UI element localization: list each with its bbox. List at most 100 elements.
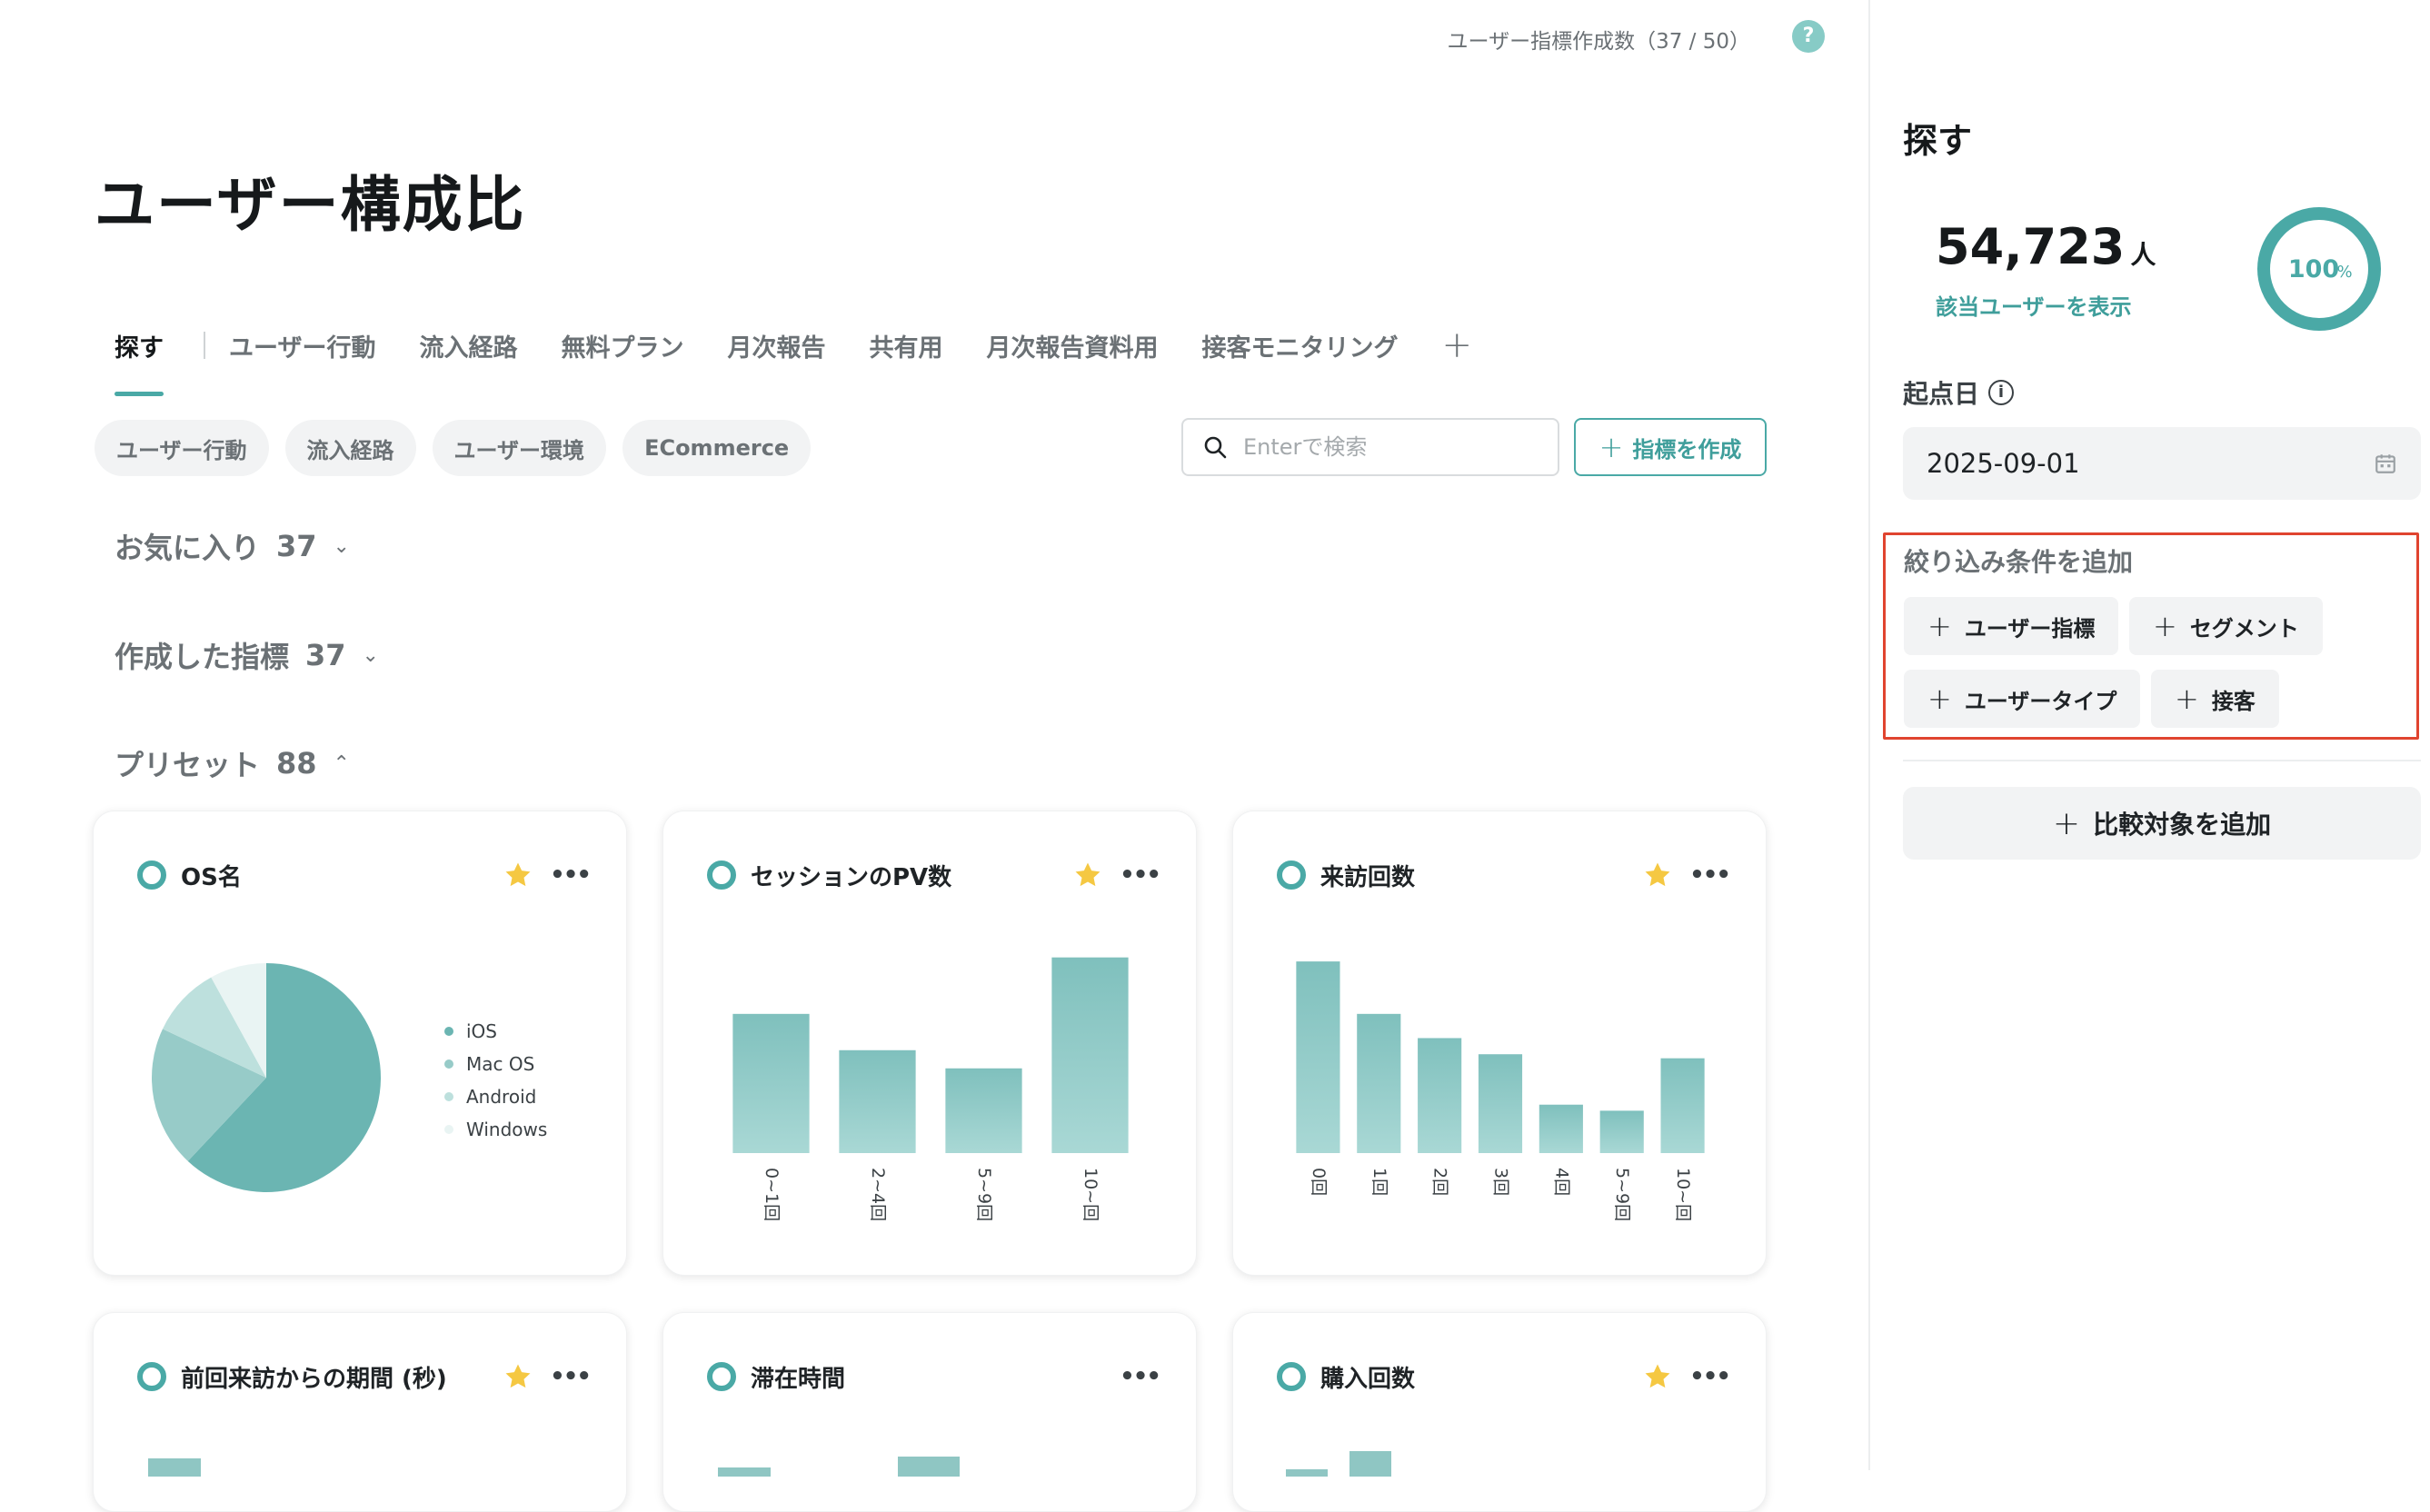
tab-explore[interactable]: 探す [95,328,184,396]
help-icon[interactable]: ? [1792,20,1825,53]
bar [1296,961,1340,1153]
section-favorites-count: 37 [276,529,317,563]
add-comparison-button[interactable]: + 比較対象を追加 [1903,787,2421,860]
card-title: 滞在時間 [751,1365,846,1393]
pie-legend: iOS Mac OS Android Windows [444,1015,547,1146]
bar-mark [1349,1451,1391,1477]
section-preset-label: プリセット [115,748,261,782]
main-content: ユーザー指標作成数（37 / 50） ? ユーザー構成比 探す ユーザー行動 流… [0,0,1868,1512]
more-options-icon[interactable]: ••• [550,1363,592,1390]
add-service-button[interactable]: + 接客 [2151,670,2279,728]
base-date-field[interactable]: 2025-09-01 [1903,427,2421,500]
info-icon[interactable]: i [1988,380,2015,405]
add-service-label: 接客 [2211,688,2256,714]
plus-icon: + [1927,681,1952,716]
section-created-count: 37 [305,638,346,672]
metric-card-visits[interactable]: 来訪回数 ••• 0回 1回 2回 3回 4回 5~9回 10~回 [1232,811,1767,1276]
bar-label: 2回 [1430,1168,1450,1196]
bar-mark [1286,1469,1328,1477]
user-count-value: 54,723 [1936,218,2126,275]
percent-value: 100 [2288,255,2339,284]
add-comparison-label: 比較対象を追加 [2093,810,2272,840]
bar [1539,1104,1583,1153]
legend-swatch [444,1059,453,1069]
legend-swatch [444,1027,453,1036]
metric-card-os[interactable]: OS名 ••• iOS Mac OS Android Windows [93,811,627,1276]
bar [732,1013,810,1153]
bar-label: 4回 [1551,1168,1571,1196]
bar [945,1068,1022,1153]
metric-card-last-visit-interval[interactable]: 前回来訪からの期間 (秒) ••• [93,1312,627,1512]
card-header: 前回来訪からの期間 (秒) ••• [137,1358,592,1395]
legend-swatch [444,1125,453,1134]
plus-icon: + [1927,609,1952,643]
tab-user-behavior[interactable]: ユーザー行動 [229,328,375,363]
legend-label: iOS [466,1020,497,1042]
chip-ecommerce[interactable]: ECommerce [622,420,812,476]
tab-service-monitoring[interactable]: 接客モニタリング [1201,328,1398,363]
add-segment-button[interactable]: + セグメント [2129,597,2323,655]
card-title: 購入回数 [1320,1365,1416,1393]
ring-icon [707,1362,736,1391]
base-date-label: 起点日 i [1903,374,2015,411]
add-user-metric-button[interactable]: + ユーザー指標 [1904,597,2119,655]
create-metric-label: 指標を作成 [1632,436,1742,463]
bar-label: 0~1回 [762,1168,782,1221]
bar-label: 10~回 [1081,1168,1100,1221]
legend-label: Android [466,1086,537,1108]
bar-label: 3回 [1491,1168,1511,1196]
section-preset[interactable]: プリセット 88 ⌃ [115,742,350,784]
chip-user-environment[interactable]: ユーザー環境 [432,420,607,476]
pie-chart [152,963,381,1192]
create-metric-button[interactable]: + 指標を作成 [1574,418,1767,476]
show-users-link[interactable]: 該当ユーザーを表示 [1936,289,2132,321]
card-title: 前回来訪からの期間 (秒) [181,1365,447,1393]
more-options-icon[interactable]: ••• [1689,1363,1731,1390]
card-header: 滞在時間 ••• [707,1358,1161,1395]
bar-chart: 0~1回 2~4回 5~9回 10~回 [732,957,1129,1221]
legend-item: Android [444,1080,547,1113]
bar [1418,1038,1462,1153]
tab-free-plan[interactable]: 無料プラン [561,328,683,363]
section-favorites[interactable]: お気に入り 37 ⌄ [115,525,350,567]
tab-traffic-source[interactable]: 流入経路 [419,328,517,363]
tab-monthly-report[interactable]: 月次報告 [727,328,825,363]
chevron-up-icon: ⌃ [333,751,350,775]
bar [1599,1110,1644,1153]
ring-icon [137,1362,166,1391]
tab-shared[interactable]: 共有用 [869,328,942,363]
star-icon[interactable] [1642,1361,1673,1392]
bar-mark [718,1467,771,1477]
search-input[interactable] [1243,434,1534,460]
section-created[interactable]: 作成した指標 37 ⌄ [115,634,379,676]
add-tab-icon[interactable]: + [1441,324,1472,366]
bar-label: 5~9回 [1612,1168,1632,1221]
bar-label: 5~9回 [974,1168,994,1221]
tab-monthly-report-materials[interactable]: 月次報告資料用 [986,328,1158,363]
bar-label: 0回 [1309,1168,1329,1196]
ring-icon [1277,1362,1306,1391]
search-box [1181,418,1559,476]
more-options-icon[interactable]: ••• [1120,1363,1161,1390]
percent-unit: % [2336,263,2352,282]
search-icon [1204,436,1227,459]
plus-icon: + [1598,430,1624,464]
card-header: 購入回数 ••• [1277,1358,1731,1395]
star-icon[interactable] [503,1361,533,1392]
add-user-type-button[interactable]: + ユーザータイプ [1904,670,2141,728]
chip-traffic-source[interactable]: 流入経路 [284,420,416,476]
chip-user-behavior[interactable]: ユーザー行動 [95,420,269,476]
bar-chart: 0回 1回 2回 3回 4回 5~9回 10~回 [1296,961,1705,1221]
category-chips: ユーザー行動 流入経路 ユーザー環境 ECommerce [95,420,812,476]
base-date-value: 2025-09-01 [1927,448,2080,479]
side-panel-title: 探す [1903,121,1973,161]
bar-label: 10~回 [1673,1168,1693,1221]
user-count-unit: 人 [2130,240,2156,270]
metric-card-dwell-time[interactable]: 滞在時間 ••• [662,1312,1197,1512]
section-favorites-label: お気に入り [115,531,261,565]
bar-mark [898,1457,960,1477]
bar-label: 1回 [1369,1168,1389,1196]
legend-item: iOS [444,1015,547,1048]
metric-card-session-pv[interactable]: セッションのPV数 ••• 0~1回 2~4回 5~9回 10~回 [662,811,1197,1276]
metric-card-purchases[interactable]: 購入回数 ••• [1232,1312,1767,1512]
